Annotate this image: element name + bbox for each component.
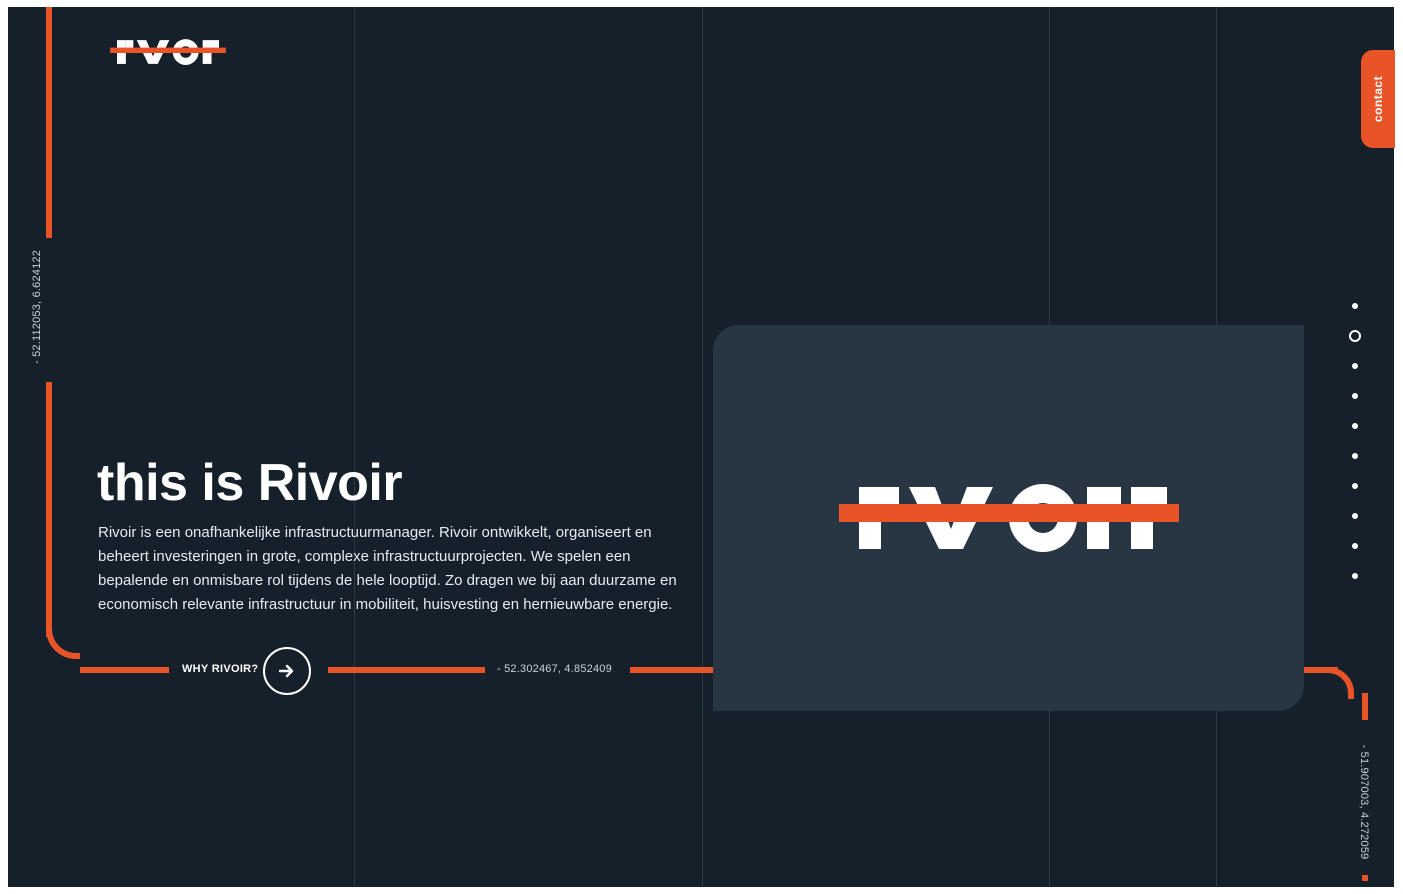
pagination-dot[interactable]: [1352, 363, 1358, 369]
contact-tab[interactable]: contact: [1361, 50, 1395, 148]
logo-mark: [839, 484, 1179, 552]
route-line-bottom-a: [80, 667, 169, 673]
pagination-dot[interactable]: [1352, 303, 1358, 309]
pagination-dot[interactable]: [1352, 483, 1358, 489]
coordinate-label-center: - 52.302467, 4.852409: [497, 663, 612, 675]
pagination-dot[interactable]: [1352, 543, 1358, 549]
page: - 52.112053, 6.624122 - 52.302467, 4.852…: [8, 7, 1394, 887]
brand-card: [713, 325, 1304, 711]
route-line-bottom-b: [328, 667, 485, 673]
grid-line: [702, 7, 703, 887]
pagination-dot[interactable]: [1352, 453, 1358, 459]
route-line-right-corner: [1328, 667, 1354, 699]
coordinate-label-left: - 52.112053, 6.624122: [31, 249, 43, 365]
contact-label: contact: [1371, 75, 1385, 123]
brand-card-logo: [839, 475, 1179, 559]
coordinate-label-right: - 51.907003, 4.272059: [1358, 744, 1370, 860]
hero-title: this is Rivoir: [97, 454, 403, 512]
route-line-right-end: [1362, 875, 1368, 881]
header-logo[interactable]: [110, 34, 226, 68]
pagination-dot[interactable]: [1352, 423, 1358, 429]
route-line-bottom-c: [630, 667, 720, 673]
route-line-left-top: [46, 7, 52, 238]
logo-mark: [110, 39, 226, 65]
pagination-dot-active[interactable]: [1349, 330, 1361, 342]
arrow-right-icon: [279, 664, 294, 678]
pagination-dot[interactable]: [1352, 573, 1358, 579]
grid-line: [354, 7, 355, 887]
hero-description: Rivoir is een onafhankelijke infrastruct…: [98, 524, 677, 613]
why-rivoir-button[interactable]: [263, 647, 311, 695]
why-rivoir-link[interactable]: WHY RIVOIR?: [182, 663, 258, 675]
route-line-left-middle: [46, 382, 52, 637]
route-line-left-corner: [46, 625, 80, 659]
route-line-right-b: [1362, 693, 1368, 720]
pagination-dot[interactable]: [1352, 393, 1358, 399]
pagination-dot[interactable]: [1352, 513, 1358, 519]
